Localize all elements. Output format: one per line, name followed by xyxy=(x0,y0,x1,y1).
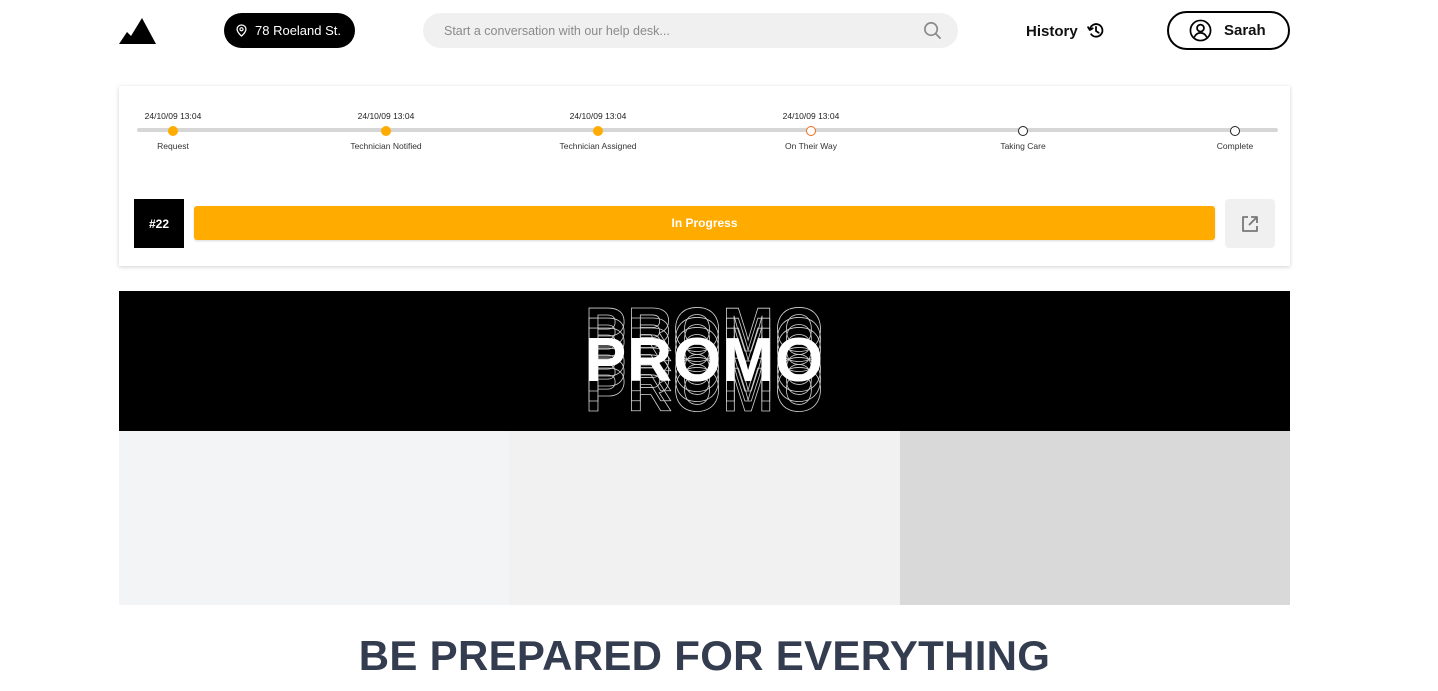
promo-tile-placeholder[interactable] xyxy=(509,431,900,605)
user-account-button[interactable]: Sarah xyxy=(1167,11,1290,50)
help-desk-search[interactable] xyxy=(423,13,958,48)
help-desk-search-input[interactable] xyxy=(442,22,923,39)
step-date: 24/10/09 13:04 xyxy=(569,111,627,121)
status-label: In Progress xyxy=(671,216,738,230)
step-date: 24/10/09 13:04 xyxy=(357,111,415,121)
history-clock-icon xyxy=(1086,23,1103,38)
status-bar[interactable]: In Progress xyxy=(194,206,1215,240)
history-button[interactable]: History xyxy=(1026,20,1105,42)
address-selector-button[interactable]: 78 Roeland St. xyxy=(224,13,355,48)
service-tracker-card: 24/10/09 13:04 Request 24/10/09 13:04 Te… xyxy=(119,86,1290,266)
history-label: History xyxy=(1026,22,1078,40)
step-label: Taking Care xyxy=(1000,141,1046,151)
step-label: Complete xyxy=(1216,141,1254,151)
step-dot-pending xyxy=(1230,126,1240,136)
step-dot-pending xyxy=(1018,126,1028,136)
user-avatar-icon xyxy=(1189,19,1212,42)
promo-banner[interactable]: PROMO PROMO PROMO PROMO PROMO PROMO PROM… xyxy=(119,291,1290,431)
section-heading: BE PREPARED FOR EVERYTHING xyxy=(358,632,1051,679)
address-label: 78 Roeland St. xyxy=(255,23,342,38)
step-label: Technician Assigned xyxy=(559,141,637,151)
external-link-icon xyxy=(1242,215,1258,232)
ticket-number-badge: #22 xyxy=(134,199,184,248)
step-label: On Their Way xyxy=(785,141,837,151)
progress-track-line xyxy=(137,128,1278,132)
step-date: 24/10/09 13:04 xyxy=(782,111,840,121)
top-navigation: 78 Roeland St. History Sarah xyxy=(0,0,1438,62)
step-dot-current xyxy=(806,126,816,136)
step-dot-completed xyxy=(381,126,391,136)
location-pin-icon xyxy=(236,24,247,37)
user-name: Sarah xyxy=(1224,22,1266,39)
promo-title: PROMO xyxy=(584,326,825,395)
promo-tile-placeholder[interactable] xyxy=(119,431,509,605)
open-external-button[interactable] xyxy=(1225,199,1275,248)
step-label: Request xyxy=(157,141,189,151)
step-dot-completed xyxy=(168,126,178,136)
step-dot-completed xyxy=(593,126,603,136)
search-icon[interactable] xyxy=(923,21,942,40)
promo-tile-placeholder[interactable] xyxy=(900,431,1290,605)
step-date: 24/10/09 13:04 xyxy=(144,111,202,121)
step-label: Technician Notified xyxy=(350,141,422,151)
mountain-logo-icon[interactable] xyxy=(118,16,158,46)
